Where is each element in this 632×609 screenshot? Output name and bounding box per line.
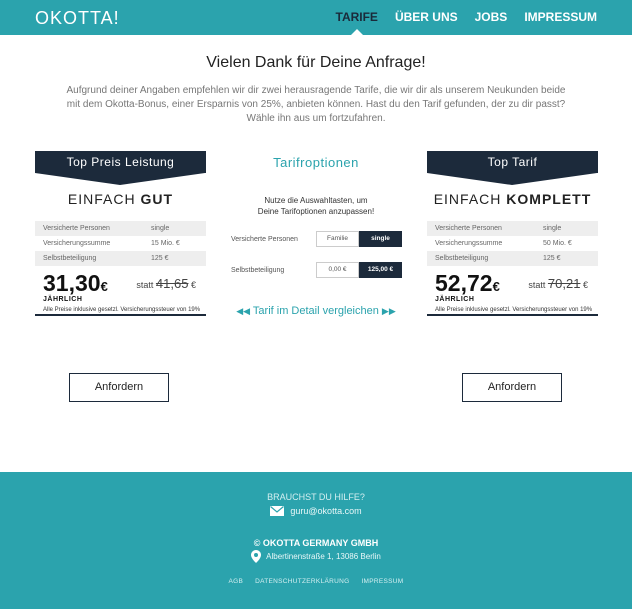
deductible-label: Selbstbeteiligung — [231, 266, 285, 274]
envelope-icon — [270, 506, 285, 516]
row-value: single — [543, 225, 562, 232]
plan-prefix: EINFACH — [67, 191, 136, 207]
location-pin-icon — [251, 550, 262, 563]
intro-text: Aufgrund deiner Angaben empfehlen wir di… — [66, 85, 566, 124]
hint-line: Nutze die Auswahltasten, um — [264, 196, 368, 205]
vat-note: Alle Preise inklusive gesetzl. Versicher… — [435, 307, 593, 313]
footer-link-impressum[interactable]: IMPRESSUM — [361, 578, 403, 585]
nav-item-ueber-uns[interactable]: ÜBER UNS — [395, 10, 458, 24]
card-ribbon: Top Tarif — [427, 151, 598, 185]
options-title: Tarifroptionen — [273, 155, 359, 170]
email-address[interactable]: guru@okotta.com — [290, 506, 361, 516]
price: 52,72€ — [435, 270, 500, 297]
price: 31,30€ — [43, 270, 108, 297]
statt-label: statt — [136, 280, 154, 290]
price-currency: € — [100, 279, 108, 294]
deductible-toggle: 0,00 € 125,00 € — [316, 262, 402, 278]
company-name: © OKOTTA GERMANY GMBH — [253, 538, 379, 548]
price-period: JÄHRLICH — [435, 296, 475, 303]
footer-link-datenschutz[interactable]: DATENSCHUTZERKLÄRUNG — [255, 578, 349, 585]
footer-link-agb[interactable]: AGB — [228, 578, 243, 585]
old-price: statt 70,21 € — [528, 276, 588, 291]
row-label: Versicherte Personen — [435, 225, 502, 232]
order-button-gut[interactable]: Anfordern — [69, 373, 169, 402]
vat-note: Alle Preise inklusive gesetzl. Versicher… — [43, 307, 201, 313]
tariff-card-komplett: Top Tarif EINFACH KOMPLETT Versicherte P… — [427, 151, 598, 316]
option-familie[interactable]: Familie — [316, 231, 359, 247]
table-row: Selbstbeteiligung 125 € — [35, 251, 206, 266]
old-price-currency: € — [190, 280, 196, 290]
tariff-card-gut: Top Preis Leistung EINFACH GUT Versicher… — [35, 151, 206, 316]
nav-item-tarife[interactable]: TARIFE — [336, 10, 378, 35]
row-label: Versicherte Personen — [43, 225, 110, 232]
deductible-option-row: Selbstbeteiligung 0,00 € 125,00 € — [231, 262, 402, 278]
table-row: Versicherte Personen single — [427, 221, 598, 236]
price-currency: € — [492, 279, 500, 294]
row-label: Selbstbeteiligung — [435, 255, 489, 262]
address-text: Albertinenstraße 1, 13086 Berlin — [266, 552, 381, 561]
email-contact[interactable]: guru@okotta.com — [0, 506, 632, 516]
row-value: 50 Mio. € — [543, 240, 572, 247]
option-deductible-0[interactable]: 0,00 € — [316, 262, 359, 278]
main-nav: TARIFE ÜBER UNS JOBS IMPRESSUM — [336, 10, 597, 35]
plan-bold: GUT — [140, 191, 174, 207]
row-value: 15 Mio. € — [151, 240, 180, 247]
address: Albertinenstraße 1, 13086 Berlin — [0, 550, 632, 563]
persons-option-row: Versicherte Personen Familie single — [231, 231, 402, 247]
options-hint: Nutze die Auswahltasten, um Deine Tarifo… — [216, 195, 416, 217]
row-label: Versicherungssumme — [43, 240, 111, 247]
compare-link[interactable]: ◀◀ Tarif im Detail vergleichen ▶▶ — [216, 305, 416, 317]
card-ribbon: Top Preis Leistung — [35, 151, 206, 185]
row-value: single — [151, 225, 170, 232]
help-heading: BRAUCHST DU HILFE? — [267, 492, 365, 502]
double-chevron-right-icon: ▶▶ — [381, 306, 396, 316]
plan-bold: KOMPLETT — [506, 191, 592, 207]
row-value: 125 € — [543, 255, 561, 262]
row-label: Selbstbeteiligung — [43, 255, 97, 262]
price-value: 31,30 — [43, 270, 101, 296]
row-label: Versicherungssumme — [435, 240, 503, 247]
plan-prefix: EINFACH — [433, 191, 502, 207]
double-chevron-left-icon: ◀◀ — [236, 306, 251, 316]
plan-details-table: Versicherte Personen single Versicherung… — [427, 221, 598, 266]
old-price-value: 41,65 — [155, 276, 189, 291]
nav-item-impressum[interactable]: IMPRESSUM — [524, 10, 597, 24]
price-value: 52,72 — [435, 270, 493, 296]
top-header: OKOTTA! TARIFE ÜBER UNS JOBS IMPRESSUM — [0, 0, 632, 35]
plan-name: EINFACH GUT — [35, 191, 206, 207]
table-row: Versicherungssumme 15 Mio. € — [35, 236, 206, 251]
page-title: Vielen Dank für Deine Anfrage! — [206, 54, 426, 71]
table-row: Versicherte Personen single — [35, 221, 206, 236]
footer: BRAUCHST DU HILFE? guru@okotta.com © OKO… — [0, 472, 632, 609]
old-price-currency: € — [582, 280, 588, 290]
option-single[interactable]: single — [359, 231, 402, 247]
old-price-value: 70,21 — [547, 276, 581, 291]
nav-item-jobs[interactable]: JOBS — [475, 10, 508, 24]
table-row: Versicherungssumme 50 Mio. € — [427, 236, 598, 251]
hint-line: Deine Tarifoptionen anzupassen! — [257, 207, 375, 216]
price-block: 52,72€ statt 70,21 € JÄHRLICH Alle Preis… — [427, 266, 598, 316]
plan-details-table: Versicherte Personen single Versicherung… — [35, 221, 206, 266]
plan-name: EINFACH KOMPLETT — [427, 191, 598, 207]
compare-label: Tarif im Detail vergleichen — [252, 305, 379, 317]
row-value: 125 € — [151, 255, 169, 262]
okotta-logo[interactable]: OKOTTA! — [35, 8, 120, 29]
option-deductible-125[interactable]: 125,00 € — [359, 262, 402, 278]
table-row: Selbstbeteiligung 125 € — [427, 251, 598, 266]
order-button-komplett[interactable]: Anfordern — [462, 373, 562, 402]
persons-label: Versicherte Personen — [231, 235, 298, 243]
footer-links: AGB DATENSCHUTZERKLÄRUNG IMPRESSUM — [0, 578, 632, 585]
price-period: JÄHRLICH — [43, 296, 83, 303]
statt-label: statt — [528, 280, 546, 290]
persons-toggle: Familie single — [316, 231, 402, 247]
price-block: 31,30€ statt 41,65 € JÄHRLICH Alle Preis… — [35, 266, 206, 316]
old-price: statt 41,65 € — [136, 276, 196, 291]
